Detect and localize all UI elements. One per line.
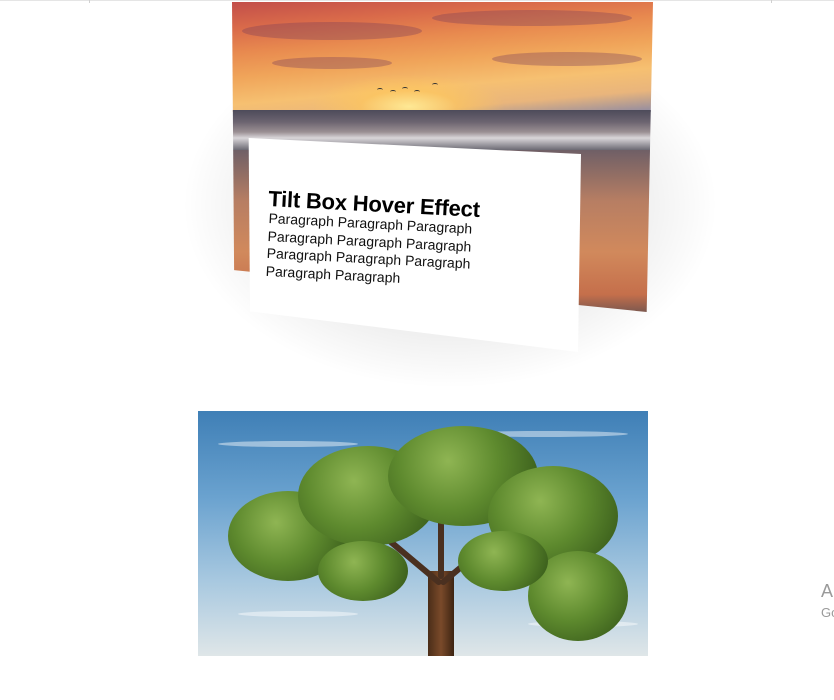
bird: [377, 88, 383, 92]
cloud: [492, 52, 642, 66]
bird: [432, 83, 438, 87]
cloud-streak: [218, 441, 358, 447]
top-divider-tick: [771, 0, 772, 3]
card-paragraph: Paragraph Paragraph Paragraph Paragraph …: [265, 210, 473, 286]
cloud: [242, 22, 422, 40]
top-divider-tick: [89, 0, 90, 3]
tree-image[interactable]: [198, 411, 648, 656]
cloud: [272, 57, 392, 69]
tree-foliage: [318, 541, 408, 601]
ad-fragment-letter: A: [821, 581, 834, 601]
top-divider: [0, 0, 834, 1]
bird: [390, 90, 396, 94]
cloud-streak: [238, 611, 358, 617]
bird: [402, 87, 408, 91]
ad-fragment-subtext: Go: [821, 605, 834, 620]
bird: [414, 90, 420, 94]
page: Tilt Box Hover Effect Paragraph Paragrap…: [0, 0, 834, 700]
cloud: [432, 10, 632, 26]
tree-foliage: [458, 531, 548, 591]
